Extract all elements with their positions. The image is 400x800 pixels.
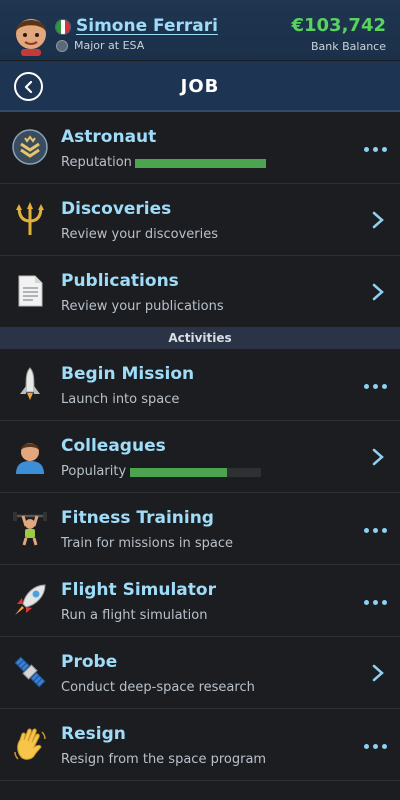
more-options-icon[interactable] bbox=[364, 744, 387, 749]
reputation-bar bbox=[135, 159, 266, 168]
trident-icon bbox=[16, 202, 44, 235]
rank-badge-icon bbox=[12, 129, 48, 165]
list-item-begin-mission[interactable]: Begin Mission Launch into space bbox=[0, 349, 400, 421]
satellite-icon bbox=[14, 656, 46, 688]
reputation-bar-fill bbox=[135, 159, 266, 168]
section-header-activities: Activities bbox=[0, 327, 400, 349]
flag-stripe-red bbox=[65, 20, 70, 34]
player-name[interactable]: Simone Ferrari bbox=[76, 16, 218, 36]
waving-hand-icon bbox=[14, 728, 46, 760]
row-subtitle: Review your discoveries bbox=[61, 227, 219, 242]
profile-bar: Simone Ferrari Major at ESA €103,742 Ban… bbox=[0, 0, 400, 60]
country-flag-icon bbox=[56, 20, 70, 34]
more-options-icon[interactable] bbox=[364, 528, 387, 533]
row-subtitle: Launch into space bbox=[61, 392, 180, 407]
bank-balance-label: Bank Balance bbox=[311, 40, 386, 53]
list-item-discoveries[interactable]: Discoveries Review your discoveries bbox=[0, 184, 400, 256]
row-subtitle: Run a flight simulation bbox=[61, 608, 208, 623]
job-title: Major at ESA bbox=[74, 39, 145, 52]
row-title: Resign bbox=[61, 724, 126, 744]
list-item-publications[interactable]: Publications Review your publications bbox=[0, 256, 400, 328]
row-subtitle: Conduct deep-space research bbox=[61, 680, 255, 695]
popularity-bar bbox=[130, 468, 261, 477]
row-title: Colleagues bbox=[61, 436, 166, 456]
space-shuttle-icon bbox=[20, 367, 40, 400]
rocket-icon bbox=[15, 584, 46, 615]
row-subtitle: Review your publications bbox=[61, 299, 224, 314]
row-subtitle: Popularity bbox=[61, 464, 127, 479]
list-item-flight-simulator[interactable]: Flight Simulator Run a flight simulation bbox=[0, 565, 400, 637]
popularity-bar-fill bbox=[130, 468, 227, 477]
row-title: Astronaut bbox=[61, 127, 157, 147]
list-item-astronaut[interactable]: Astronaut Reputation bbox=[0, 112, 400, 184]
row-title: Flight Simulator bbox=[61, 580, 216, 600]
chevron-right-icon[interactable] bbox=[372, 211, 384, 229]
row-title: Probe bbox=[61, 652, 118, 672]
row-title: Discoveries bbox=[61, 199, 172, 219]
list-item-colleagues[interactable]: Colleagues Popularity bbox=[0, 421, 400, 493]
chevron-right-icon[interactable] bbox=[372, 448, 384, 466]
row-subtitle: Reputation bbox=[61, 155, 132, 170]
more-options-icon[interactable] bbox=[364, 147, 387, 152]
document-icon bbox=[18, 275, 43, 307]
avatar[interactable] bbox=[10, 10, 52, 56]
chevron-right-icon[interactable] bbox=[372, 664, 384, 682]
more-options-icon[interactable] bbox=[364, 600, 387, 605]
row-subtitle: Resign from the space program bbox=[61, 752, 267, 767]
list-item-fitness-training[interactable]: Fitness Training Train for missions in s… bbox=[0, 493, 400, 565]
more-options-icon[interactable] bbox=[364, 384, 387, 389]
person-icon bbox=[16, 443, 44, 474]
page-title: JOB bbox=[180, 76, 220, 97]
list-item-probe[interactable]: Probe Conduct deep-space research bbox=[0, 637, 400, 709]
row-title: Fitness Training bbox=[61, 508, 214, 528]
page-header: JOB bbox=[0, 61, 400, 112]
job-badge-icon bbox=[56, 39, 68, 52]
bank-balance[interactable]: €103,742 bbox=[291, 15, 386, 36]
weightlifter-icon bbox=[13, 512, 47, 546]
row-subtitle: Train for missions in space bbox=[61, 536, 233, 551]
list-item-resign[interactable]: Resign Resign from the space program bbox=[0, 709, 400, 781]
chevron-right-icon[interactable] bbox=[372, 283, 384, 301]
row-title: Begin Mission bbox=[61, 364, 195, 384]
job-line: Major at ESA bbox=[56, 39, 144, 52]
row-title: Publications bbox=[61, 271, 179, 291]
